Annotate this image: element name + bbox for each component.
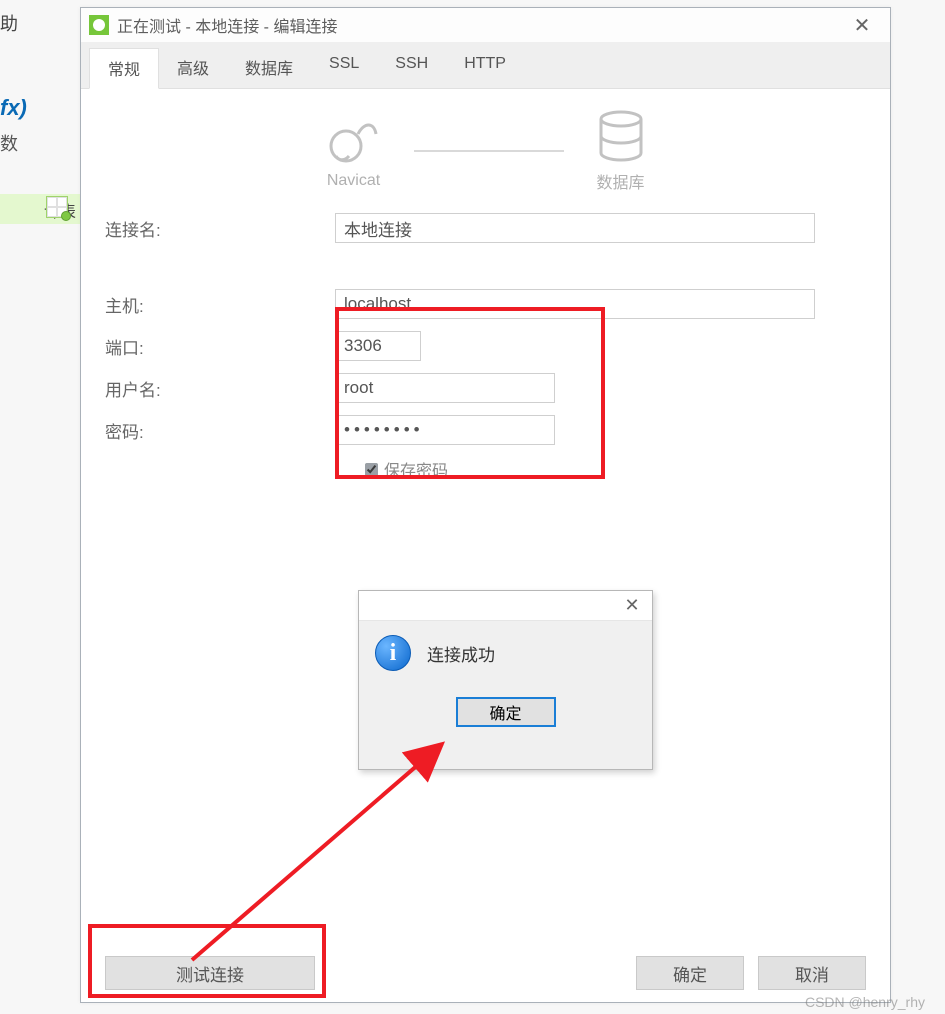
message-box-close-button[interactable]: ✕ <box>612 595 652 616</box>
navicat-icon <box>324 112 384 166</box>
info-icon: i <box>375 635 411 671</box>
message-box-titlebar: ✕ <box>359 591 652 621</box>
navicat-label: Navicat <box>324 172 384 190</box>
bg-shu-label: 数 <box>0 130 18 156</box>
connector-line <box>414 150 564 152</box>
tab-ssh[interactable]: SSH <box>377 48 446 88</box>
tab-ssl[interactable]: SSL <box>311 48 377 88</box>
user-label: 用户名: <box>105 376 335 401</box>
save-password-label: 保存密码 <box>384 457 448 481</box>
bg-fx-label: fx) <box>0 95 27 121</box>
port-input[interactable] <box>335 331 421 361</box>
host-label: 主机: <box>105 292 335 317</box>
conn-name-input[interactable] <box>335 213 815 243</box>
database-icon <box>594 109 648 163</box>
window-title: 正在测试 - 本地连接 - 编辑连接 <box>117 13 337 37</box>
password-input[interactable] <box>335 415 555 445</box>
table-icon <box>46 196 68 218</box>
window-close-button[interactable]: ✕ <box>842 13 882 38</box>
save-password-checkbox[interactable] <box>365 463 378 476</box>
host-input[interactable] <box>335 289 815 319</box>
message-box-ok-button[interactable]: 确定 <box>456 697 556 727</box>
message-box: ✕ i 连接成功 确定 <box>358 590 653 770</box>
bg-help-menu: 助 <box>0 10 30 36</box>
tab-http[interactable]: HTTP <box>446 48 524 88</box>
edit-connection-dialog: 正在测试 - 本地连接 - 编辑连接 ✕ 常规 高级 数据库 SSL SSH H… <box>80 7 891 1003</box>
tabstrip: 常规 高级 数据库 SSL SSH HTTP <box>81 42 890 89</box>
cancel-button[interactable]: 取消 <box>758 956 866 990</box>
tab-general[interactable]: 常规 <box>89 48 159 89</box>
tab-advanced[interactable]: 高级 <box>159 48 227 88</box>
message-text: 连接成功 <box>427 641 495 666</box>
dialog-button-bar: 测试连接 确定 取消 <box>81 956 890 990</box>
app-icon <box>89 15 109 35</box>
connection-header: Navicat 数据库 <box>81 89 890 203</box>
port-label: 端口: <box>105 334 335 359</box>
database-label: 数据库 <box>594 169 648 193</box>
watermark: CSDN @henry_rhy <box>805 994 925 1010</box>
connection-form: 连接名: 主机: 端口: 用户名: 密码: 保存密码 <box>81 203 890 481</box>
ok-button[interactable]: 确定 <box>636 956 744 990</box>
titlebar: 正在测试 - 本地连接 - 编辑连接 ✕ <box>81 8 890 42</box>
password-label: 密码: <box>105 418 335 443</box>
tab-database[interactable]: 数据库 <box>227 48 311 88</box>
user-input[interactable] <box>335 373 555 403</box>
test-connection-button[interactable]: 测试连接 <box>105 956 315 990</box>
conn-name-label: 连接名: <box>105 216 335 241</box>
